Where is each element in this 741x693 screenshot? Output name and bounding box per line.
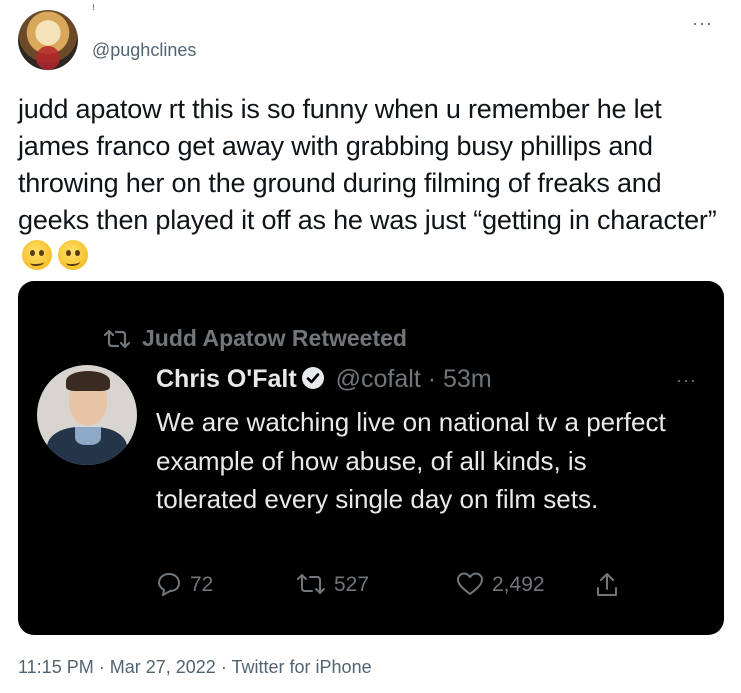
quoted-name: Chris O'Falt [156, 365, 297, 393]
retweet-count: 527 [334, 573, 370, 596]
footer-separator: · [98, 657, 105, 677]
tweet-footer: 11:15 PM · Mar 27, 2022 · Twitter for iP… [18, 657, 372, 678]
author-handle[interactable]: @pughclines [92, 40, 196, 61]
reply-action: 72 [156, 571, 213, 597]
emoji-group [22, 240, 94, 280]
reply-count: 72 [190, 573, 214, 596]
share-icon [597, 573, 617, 596]
like-count: 2,492 [492, 573, 545, 596]
quoted-header: Chris O'Falt @cofalt · 53m [156, 365, 492, 397]
like-action: 2,492 [456, 571, 545, 597]
quoted-more-icon: ··· [676, 370, 697, 390]
quoted-text: We are watching live on national tv a pe… [156, 407, 666, 514]
share-action [594, 571, 628, 599]
tweet-text: judd apatow rt this is so funny when u r… [18, 91, 728, 280]
quoted-separator: · [427, 365, 437, 393]
embedded-tweet-screenshot[interactable]: Judd Apatow Retweeted Chris O'Falt @cofa… [18, 281, 724, 635]
quoted-handle: @cofalt [335, 365, 421, 393]
author-avatar[interactable] [18, 10, 78, 70]
footer-separator: · [220, 657, 227, 677]
tweet-date[interactable]: Mar 27, 2022 [110, 657, 216, 677]
quoted-time: 53m [443, 365, 492, 393]
retweet-count-icon [297, 574, 325, 594]
retweet-action: 527 [296, 571, 369, 597]
tweet-time[interactable]: 11:15 PM [18, 657, 94, 677]
tweet-source[interactable]: Twitter for iPhone [232, 657, 372, 677]
author-display-name[interactable]: ꜝ [92, 6, 95, 18]
retweet-header: Judd Apatow Retweeted [103, 325, 407, 356]
heart-icon [457, 572, 483, 595]
retweet-label: Judd Apatow Retweeted [142, 325, 407, 351]
verified-badge-icon [301, 366, 325, 397]
reply-icon [158, 573, 180, 596]
more-options-icon[interactable]: ··· [692, 14, 713, 32]
tweet-body: judd apatow rt this is so funny when u r… [18, 94, 717, 235]
retweet-icon [103, 328, 131, 356]
woozy-face-icon [22, 240, 52, 270]
quoted-avatar [37, 365, 137, 465]
woozy-face-icon [58, 240, 88, 270]
